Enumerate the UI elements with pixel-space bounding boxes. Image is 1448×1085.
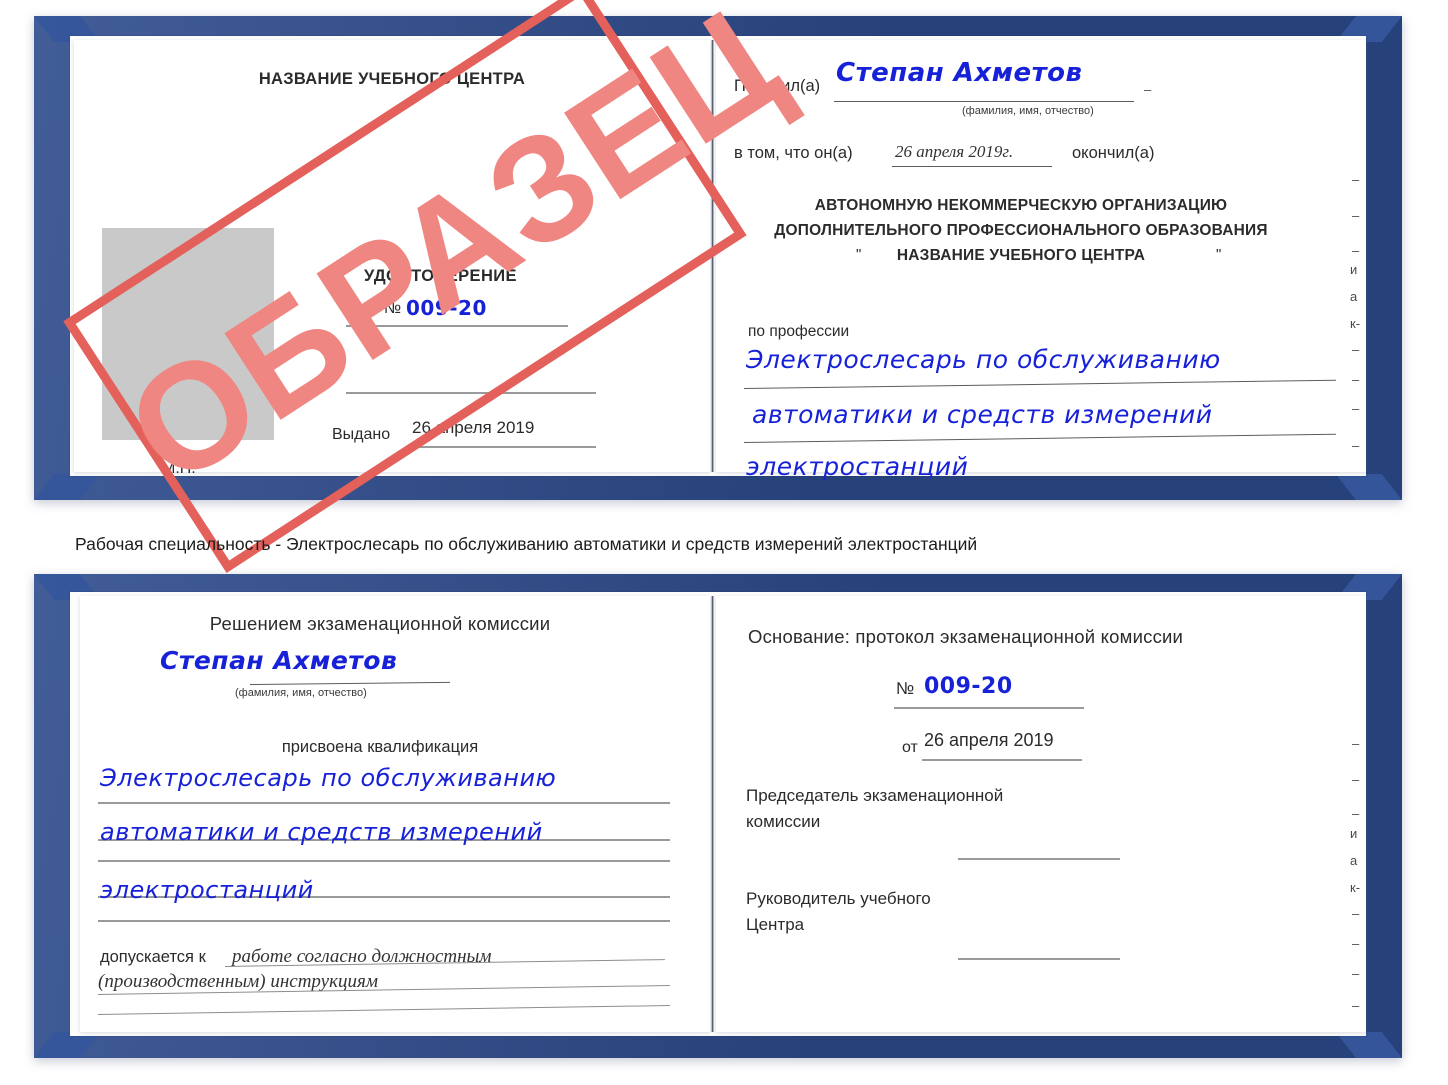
number-value: 009-20 bbox=[406, 296, 487, 320]
back-number-rule bbox=[894, 707, 1084, 709]
edge-dash-0: – bbox=[1144, 82, 1152, 97]
qualification-line-1: Электрослесарь по обслуживанию bbox=[100, 764, 557, 792]
back-edge-fragment-9: – bbox=[1352, 966, 1360, 981]
admitted-rule-3 bbox=[97, 1005, 670, 1015]
number-label: № bbox=[384, 300, 402, 317]
front-spine bbox=[711, 40, 714, 472]
photo-placeholder bbox=[102, 228, 274, 440]
back-date-value: 26 апреля 2019 bbox=[924, 730, 1054, 750]
org-quote-close: " bbox=[1216, 246, 1222, 263]
back-edge-fragment-10: – bbox=[1352, 998, 1360, 1013]
chairman-signature-rule bbox=[958, 858, 1120, 860]
front-edge-fragment-3: – bbox=[1352, 243, 1360, 258]
training-center-name-front: НАЗВАНИЕ УЧЕБНОГО ЦЕНТРА bbox=[258, 70, 526, 88]
issued-label: Выдано bbox=[332, 426, 391, 443]
profession-rule-2 bbox=[743, 433, 1336, 443]
qualification-line-3: электростанций bbox=[100, 876, 314, 904]
received-name-value: Степан Ахметов bbox=[836, 58, 1083, 88]
back-edge-fragment-8: – bbox=[1352, 936, 1360, 951]
stamp-place-label: М.П. bbox=[162, 460, 196, 477]
profession-line-1: Электрослесарь по обслуживанию bbox=[746, 345, 1221, 374]
commission-decision-heading: Решением экзаменационной комиссии bbox=[209, 613, 551, 634]
received-label: Получил(а) bbox=[734, 77, 821, 95]
front-edge-fragment-7: – bbox=[1352, 342, 1360, 357]
qualification-rule-3 bbox=[98, 860, 670, 862]
head-line-1: Руководитель учебного bbox=[746, 889, 931, 908]
back-edge-fragment-7: – bbox=[1352, 906, 1360, 921]
back-number-label: № bbox=[896, 679, 915, 698]
front-edge-fragment-6: к- bbox=[1350, 316, 1361, 331]
completed-date-value: 26 апреля 2019г. bbox=[895, 142, 1014, 161]
profession-line-2: автоматики и средств измерений bbox=[752, 400, 1213, 429]
profession-label: по профессии bbox=[748, 323, 850, 340]
back-number-value: 009-20 bbox=[924, 674, 1013, 699]
head-line-2: Центра bbox=[746, 915, 805, 934]
profession-line-3: электростанций bbox=[746, 452, 969, 481]
back-date-rule bbox=[922, 759, 1082, 761]
chairman-line-1: Председатель экзаменационной bbox=[746, 786, 1004, 805]
back-name-rule bbox=[249, 681, 450, 685]
org-line-2: ДОПОЛНИТЕЛЬНОГО ПРОФЕССИОНАЛЬНОГО ОБРАЗО… bbox=[774, 222, 1268, 239]
back-name-value: Степан Ахметов bbox=[160, 646, 398, 675]
front-edge-fragment-9: – bbox=[1352, 401, 1360, 416]
back-edge-fragment-5: а bbox=[1350, 853, 1358, 868]
front-left-page: НАЗВАНИЕ УЧЕБНОГО ЦЕНТРА УДОСТОВЕРЕНИЕ №… bbox=[74, 40, 710, 477]
fio-hint-back: (фамилия, имя, отчество) bbox=[235, 687, 367, 699]
certificate-title: УДОСТОВЕРЕНИЕ bbox=[364, 267, 517, 285]
basis-label: Основание: протокол экзаменационной коми… bbox=[748, 626, 1184, 647]
back-edge-fragment-6: к- bbox=[1350, 880, 1361, 895]
front-edge-fragment-5: а bbox=[1350, 289, 1358, 304]
front-edge-fragment-4: и bbox=[1350, 262, 1358, 277]
back-left-page: Решением экзаменационной комиссии Степан… bbox=[80, 596, 710, 1032]
front-edge-fragment-2: – bbox=[1352, 208, 1360, 223]
back-edge-fragment-3: – bbox=[1352, 806, 1360, 821]
front-edge-fragment-1: – bbox=[1352, 172, 1360, 187]
certificates-stage: НАЗВАНИЕ УЧЕБНОГО ЦЕНТРА УДОСТОВЕРЕНИЕ №… bbox=[0, 0, 1448, 1085]
qualification-rule-5 bbox=[98, 920, 670, 922]
org-line-1: АВТОНОМНУЮ НЕКОММЕРЧЕСКУЮ ОРГАНИЗАЦИЮ bbox=[814, 197, 1228, 214]
fio-hint-front: (фамилия, имя, отчество) bbox=[962, 105, 1094, 117]
that-he-label: в том, что он(а) bbox=[734, 144, 853, 162]
issued-rule bbox=[410, 446, 596, 448]
finished-label: окончил(а) bbox=[1072, 144, 1155, 162]
back-spine bbox=[711, 596, 714, 1032]
qualification-label: присвоена квалификация bbox=[281, 738, 479, 756]
front-right-page: Получил(а) Степан Ахметов (фамилия, имя,… bbox=[716, 40, 1366, 481]
profession-rule-1 bbox=[743, 379, 1336, 389]
back-edge-fragment-2: – bbox=[1352, 772, 1360, 787]
back-date-label: от bbox=[902, 739, 918, 756]
back-edge-fragment-1: – bbox=[1352, 736, 1360, 751]
qualification-rule-1 bbox=[98, 802, 670, 804]
blank-rule-1 bbox=[346, 392, 596, 394]
admitted-label: допускается к bbox=[100, 948, 206, 966]
front-edge-fragment-10: – bbox=[1352, 438, 1360, 453]
completed-date-rule bbox=[892, 166, 1052, 167]
chairman-line-2: комиссии bbox=[746, 812, 821, 831]
back-right-page: Основание: протокол экзаменационной коми… bbox=[716, 596, 1366, 1032]
page-caption: Рабочая специальность - Электрослесарь п… bbox=[75, 534, 978, 554]
qualification-line-2: автоматики и средств измерений bbox=[100, 818, 543, 846]
head-signature-rule bbox=[958, 958, 1120, 960]
back-edge-fragment-4: и bbox=[1350, 826, 1358, 841]
org-line-3: НАЗВАНИЕ УЧЕБНОГО ЦЕНТРА bbox=[896, 247, 1146, 264]
received-rule bbox=[834, 101, 1134, 102]
issued-value: 26 апреля 2019 bbox=[412, 418, 535, 437]
front-edge-fragment-8: – bbox=[1352, 372, 1360, 387]
number-rule bbox=[346, 325, 568, 327]
